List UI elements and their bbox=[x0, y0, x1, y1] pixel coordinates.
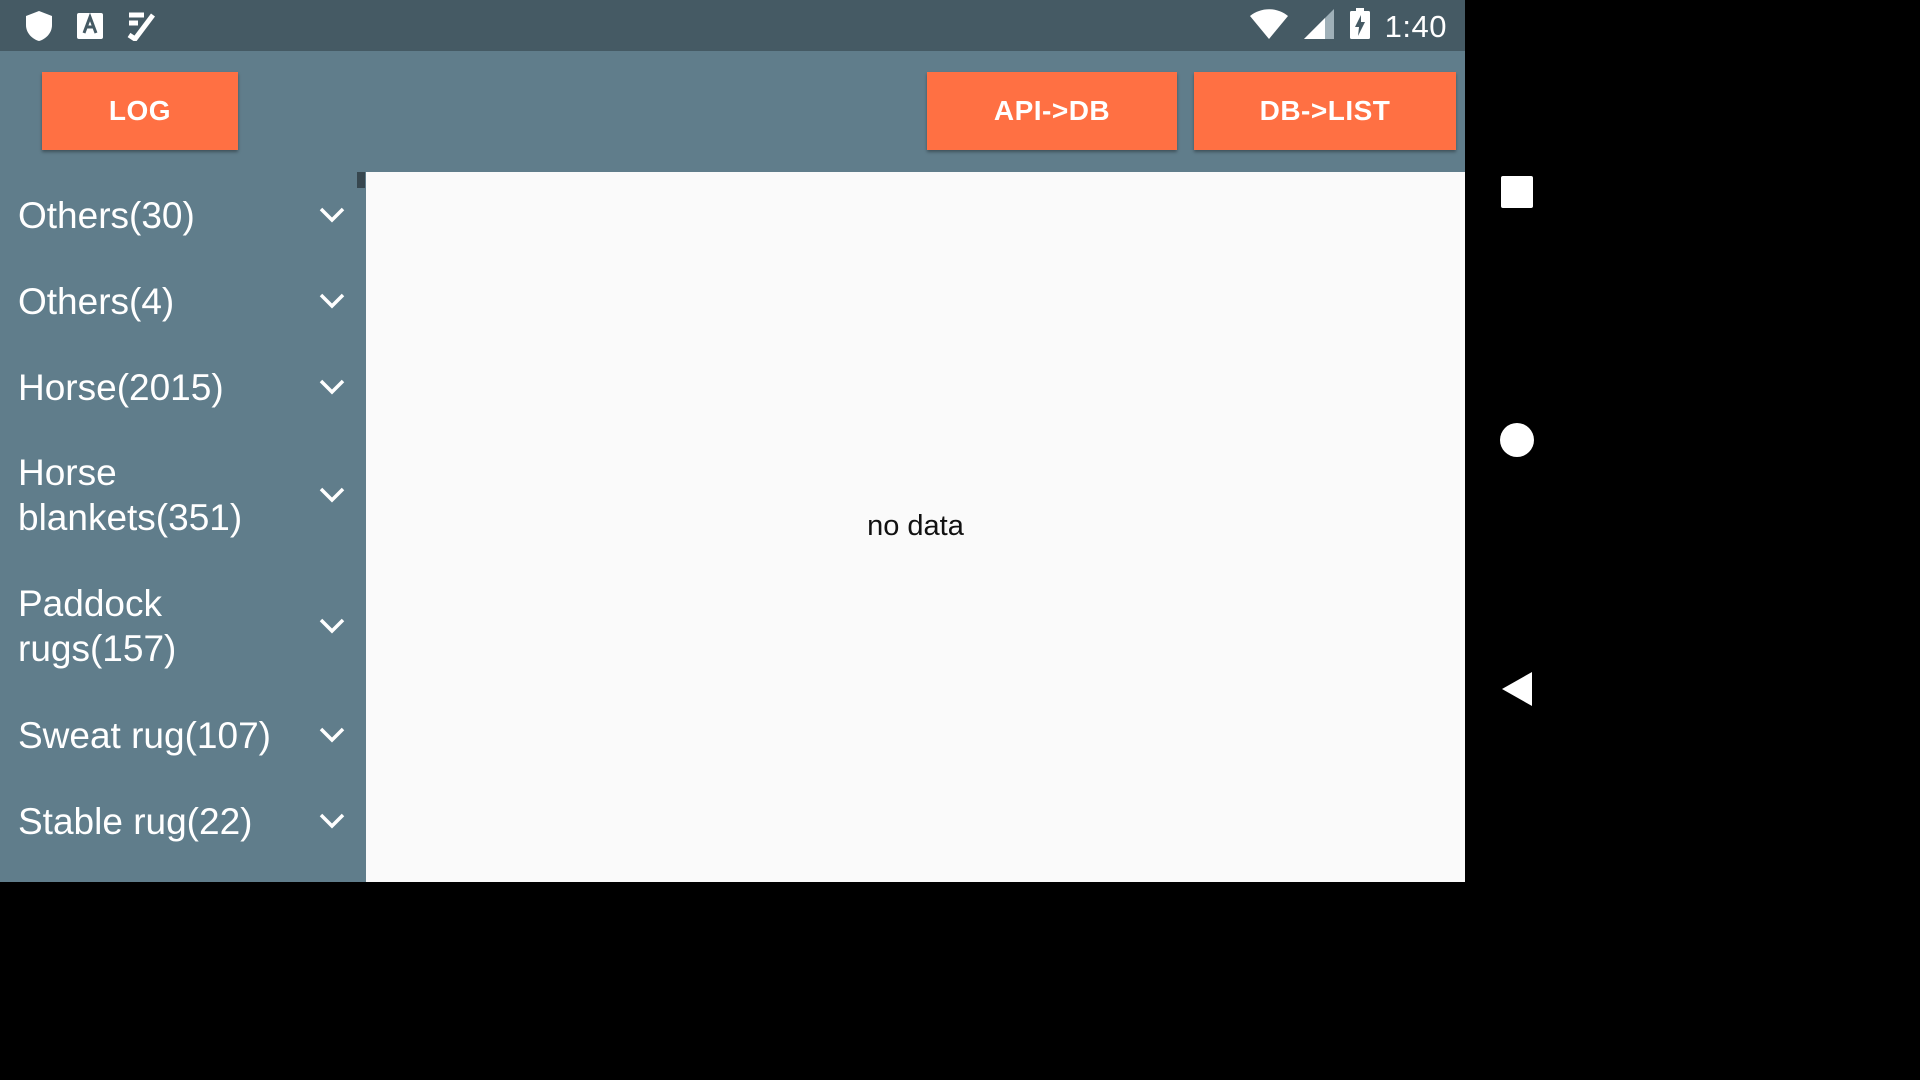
category-label: Others(30) bbox=[18, 194, 195, 236]
chevron-down-icon[interactable] bbox=[318, 378, 346, 396]
chevron-down-icon[interactable] bbox=[318, 206, 346, 224]
category-label: Sweat rug(107) bbox=[18, 714, 271, 756]
home-button[interactable] bbox=[1465, 400, 1568, 480]
category-label: Horse blankets(351) bbox=[18, 452, 243, 538]
wifi-icon bbox=[1249, 8, 1289, 45]
category-label: Paddock rugs(157) bbox=[18, 583, 177, 669]
category-label: Others(4) bbox=[18, 280, 175, 322]
category-item[interactable]: Sweat rug(107) bbox=[0, 692, 366, 778]
category-item[interactable]: Horse(2015) bbox=[0, 344, 366, 430]
chevron-down-icon[interactable] bbox=[318, 292, 346, 310]
chevron-down-icon[interactable] bbox=[318, 812, 346, 830]
back-triangle-icon bbox=[1501, 672, 1532, 706]
category-item[interactable]: Others(30) bbox=[0, 172, 366, 258]
status-bar: 1:40 bbox=[0, 0, 1465, 51]
status-time: 1:40 bbox=[1384, 8, 1447, 44]
category-item[interactable]: Stable rug(22) bbox=[0, 778, 366, 864]
list-scrollbar[interactable] bbox=[357, 172, 365, 188]
chevron-down-icon[interactable] bbox=[318, 486, 346, 504]
back-button[interactable] bbox=[1465, 649, 1568, 729]
empty-state-text: no data bbox=[867, 510, 964, 542]
app-window: 1:40 LOG API->DB DB->LIST Others(30) Oth… bbox=[0, 0, 1465, 882]
category-item[interactable]: Others(4) bbox=[0, 258, 366, 344]
category-list: Others(30) Others(4) Horse(2015) Horse b… bbox=[0, 172, 366, 882]
home-circle-icon bbox=[1499, 423, 1534, 457]
content-panel: no data bbox=[366, 172, 1465, 882]
system-navigation-bar bbox=[1465, 0, 1568, 882]
recents-square-icon bbox=[1500, 176, 1533, 208]
category-item[interactable]: Paddock rugs(157) bbox=[0, 560, 366, 692]
db-to-list-button[interactable]: DB->LIST bbox=[1194, 72, 1456, 150]
recents-button[interactable] bbox=[1465, 152, 1568, 232]
chevron-down-icon[interactable] bbox=[318, 617, 346, 635]
category-label: Stable rug(22) bbox=[18, 800, 253, 842]
checklist-icon bbox=[126, 11, 156, 46]
signal-icon bbox=[1303, 8, 1335, 45]
shield-icon bbox=[24, 10, 54, 47]
battery-charging-icon bbox=[1349, 8, 1371, 45]
category-item[interactable]: Horse blankets(351) bbox=[0, 430, 366, 560]
log-button[interactable]: LOG bbox=[42, 72, 238, 150]
text-a-icon bbox=[76, 12, 104, 45]
chevron-down-icon[interactable] bbox=[318, 726, 346, 744]
api-to-db-button[interactable]: API->DB bbox=[927, 72, 1177, 150]
category-label: Horse(2015) bbox=[18, 366, 224, 408]
